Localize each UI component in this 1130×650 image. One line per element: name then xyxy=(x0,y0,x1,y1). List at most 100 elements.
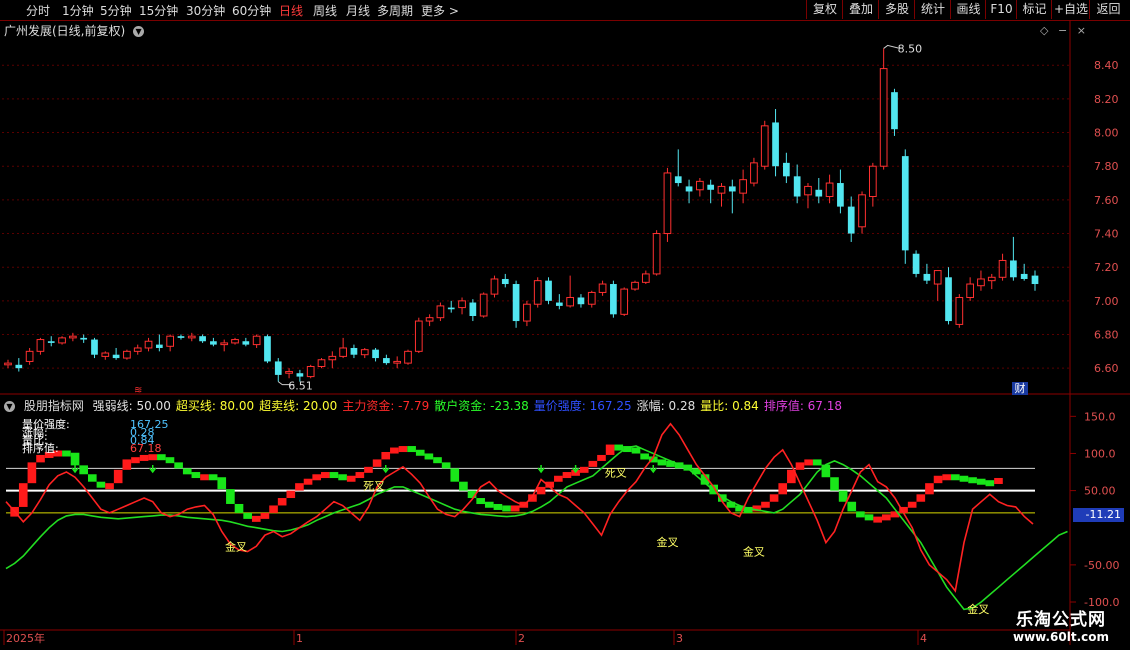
candle-body xyxy=(566,296,574,307)
candle-body xyxy=(879,68,888,167)
step-block xyxy=(321,472,330,479)
candle-body xyxy=(815,189,823,197)
candle-body xyxy=(133,347,142,352)
candle-body xyxy=(490,278,499,295)
indicator-tick-label: -50.00 xyxy=(1084,559,1119,572)
indicator-info-box: 量价强度: 167.25 涨幅: 0.28 量比: 0.84 排序值: 67.18 xyxy=(22,419,169,455)
candle-body xyxy=(772,122,779,167)
indicator-item-2: 超卖线: 20.00 xyxy=(259,399,338,413)
candle-body xyxy=(220,342,229,346)
candle-body xyxy=(620,288,629,315)
step-block xyxy=(554,475,563,482)
step-block xyxy=(407,446,416,453)
step-block xyxy=(260,512,270,519)
candle-body xyxy=(1020,273,1028,279)
step-block xyxy=(562,472,572,479)
step-block xyxy=(476,498,485,505)
down-arrow-icon xyxy=(382,465,390,474)
candle-body xyxy=(1010,260,1017,278)
price-tick-label: 8.20 xyxy=(1094,93,1119,106)
step-block xyxy=(441,462,451,469)
step-block xyxy=(174,462,183,469)
candle-body xyxy=(231,339,239,344)
candle-body xyxy=(891,92,898,130)
step-block xyxy=(398,446,408,453)
candle-body xyxy=(577,297,585,305)
step-block xyxy=(18,483,28,507)
candle-body xyxy=(339,347,347,357)
watermark-url: www.60lt.com xyxy=(1012,630,1110,644)
candle-body xyxy=(977,278,985,287)
candle-body xyxy=(58,337,66,344)
date-tick-label: 2 xyxy=(518,632,525,645)
date-tick-label: 2025年 xyxy=(6,631,45,645)
finance-marker[interactable]: 财 xyxy=(1012,382,1028,395)
candle-body xyxy=(750,162,758,184)
step-block xyxy=(122,459,132,470)
info-value-3: 67.18 xyxy=(130,442,162,455)
down-arrow-icon xyxy=(537,465,545,474)
step-block xyxy=(139,454,149,461)
step-block xyxy=(312,474,322,481)
step-block xyxy=(838,490,848,502)
step-block xyxy=(226,489,235,504)
chevron-down-icon[interactable]: ▼ xyxy=(4,401,15,412)
step-block xyxy=(424,453,434,460)
step-block xyxy=(381,451,391,460)
candle-body xyxy=(350,347,358,355)
step-block xyxy=(390,447,399,454)
candle-body xyxy=(707,184,715,190)
step-block xyxy=(769,494,779,502)
candle-body xyxy=(512,284,520,322)
cross-annotation: 金叉 xyxy=(967,602,989,616)
low-label: 6.51 xyxy=(288,380,313,393)
candle-body xyxy=(987,276,996,282)
candle-body xyxy=(793,176,801,197)
candle-body xyxy=(112,354,120,359)
cross-annotation: 金叉 xyxy=(225,540,247,554)
step-block xyxy=(536,486,546,495)
step-block xyxy=(87,474,97,482)
step-block xyxy=(105,483,114,490)
candle-body xyxy=(317,359,326,367)
indicator-item-7: 量比: 0.84 xyxy=(700,399,759,413)
step-block xyxy=(217,477,227,490)
date-tick-label: 1 xyxy=(296,632,303,645)
watermark-title: 乐淘公式网 xyxy=(1016,610,1106,630)
indicator-item-0: 强弱线: 50.00 xyxy=(92,399,171,413)
candle-body xyxy=(998,259,1007,278)
candle-body xyxy=(144,340,153,349)
step-block xyxy=(131,457,140,464)
candle-body xyxy=(393,360,402,364)
candle-body xyxy=(414,320,423,352)
chart-canvas: 8.40 8.20 8.00 7.80 7.60 7.40 7.20 7.00 6.80 6.60… xyxy=(0,20,1130,645)
price-tick-label: 7.00 xyxy=(1094,295,1119,308)
step-block xyxy=(79,465,88,475)
step-block xyxy=(907,501,917,508)
cross-annotation: 金叉 xyxy=(657,535,679,549)
step-block xyxy=(295,483,304,491)
candle-body xyxy=(252,335,261,346)
step-block xyxy=(433,457,442,464)
step-block xyxy=(338,474,347,481)
step-block xyxy=(234,503,244,513)
candle-body xyxy=(372,349,379,359)
candle-body xyxy=(610,284,617,315)
candle-body xyxy=(783,162,790,177)
down-arrow-icon xyxy=(71,465,79,474)
candle-body xyxy=(587,291,596,305)
step-block xyxy=(27,462,37,484)
candle-body xyxy=(837,183,844,207)
candle-body xyxy=(91,339,98,355)
step-block xyxy=(942,474,952,481)
step-block xyxy=(251,515,261,522)
step-block xyxy=(277,498,287,506)
candle-body xyxy=(598,283,607,293)
step-block xyxy=(959,475,969,482)
candle-body xyxy=(945,277,952,322)
step-block xyxy=(157,454,166,461)
candle-body xyxy=(912,253,920,274)
step-block xyxy=(976,478,986,485)
candle-body xyxy=(425,317,434,322)
candle-body xyxy=(825,182,834,198)
